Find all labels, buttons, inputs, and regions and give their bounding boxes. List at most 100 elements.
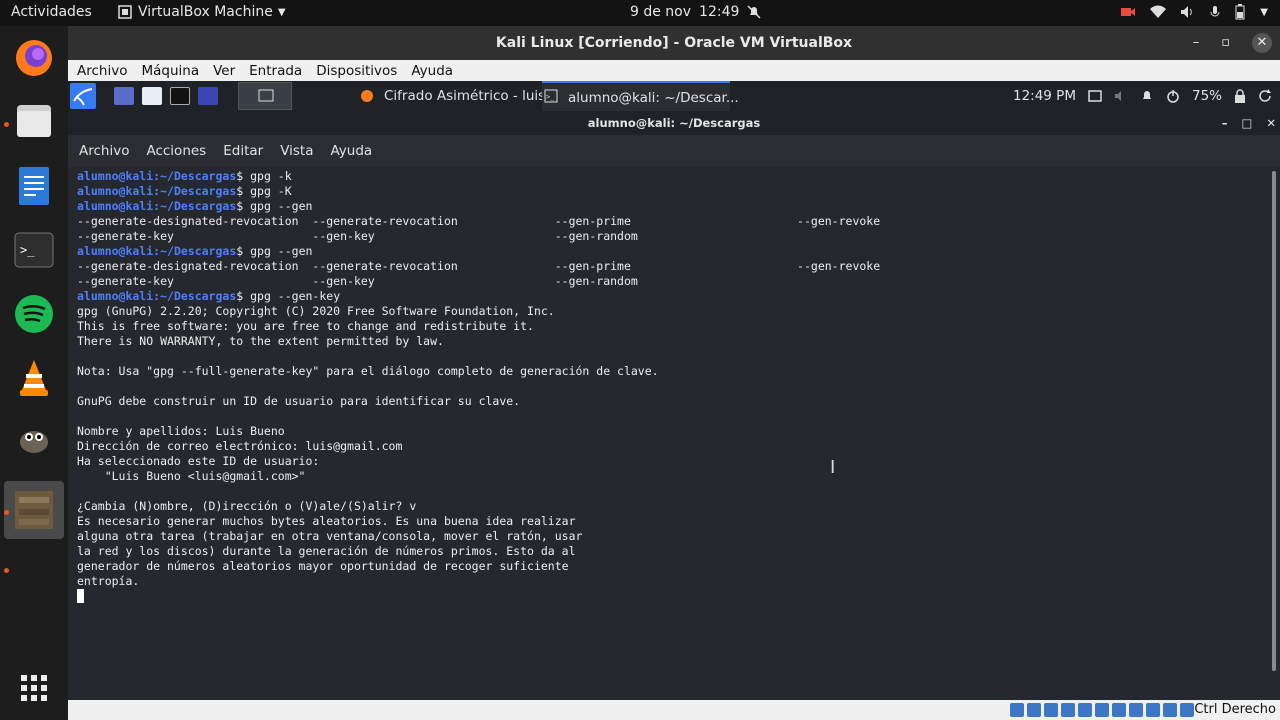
terminal-icon: >_: [544, 89, 558, 103]
menu-entrada[interactable]: Entrada: [249, 63, 302, 79]
clock-time: 12:49: [699, 4, 740, 20]
ubuntu-dock: >_: [0, 26, 68, 720]
terminal-line: ¿Cambia (N)ombre, (D)irección o (V)ale/(…: [77, 499, 417, 513]
chevron-down-icon: ▼: [277, 6, 286, 18]
terminal-line: Es necesario generar muchos bytes aleato…: [77, 514, 576, 528]
taskbar-item-terminal[interactable]: >_ alumno@kali: ~/Descar...: [542, 81, 739, 111]
show-applications-icon[interactable]: [12, 666, 56, 710]
terminal-title: alumno@kali: ~/Descargas: [587, 116, 761, 130]
terminal-line: --generate-designated-revocation --gener…: [77, 214, 881, 228]
terminal-launcher-icon[interactable]: [170, 87, 190, 105]
terminal-input-line[interactable]: [77, 589, 1271, 604]
minimize-icon[interactable]: –: [1222, 111, 1228, 135]
prompt-user: alumno@kali: [77, 169, 154, 183]
mouse-ibeam-cursor: I: [830, 457, 836, 478]
close-icon[interactable]: ✕: [1266, 111, 1276, 135]
terminal-icon[interactable]: >_: [12, 228, 56, 272]
prompt-path: :~/Descargas: [153, 289, 237, 303]
bell-icon[interactable]: [1140, 89, 1154, 103]
volume-icon: [1181, 6, 1193, 18]
app-menu[interactable]: VirtualBox Machine ▼: [117, 4, 286, 20]
virtualbox-menubar: Archivo Máquina Ver Entrada Dispositivos…: [68, 60, 1280, 81]
virtualbox-icon[interactable]: [4, 481, 64, 539]
workspace-icon[interactable]: [114, 87, 134, 105]
volume-icon[interactable]: [1114, 90, 1128, 102]
spotify-icon[interactable]: [12, 292, 56, 336]
lock-icon[interactable]: [1234, 89, 1246, 103]
mouse-integration-icon: [1163, 703, 1177, 717]
taskbar-item-label: alumno@kali: ~/Descar...: [568, 90, 739, 106]
audio-icon: [1044, 703, 1058, 717]
menu-ayuda[interactable]: Ayuda: [411, 63, 453, 79]
menu-editar[interactable]: Editar: [223, 143, 263, 159]
refresh-icon[interactable]: [1258, 89, 1272, 103]
files-icon[interactable]: [12, 99, 56, 143]
host-key-label: Ctrl Derecho: [1194, 702, 1276, 717]
running-indicator: [4, 510, 9, 515]
clock[interactable]: 9 de nov 12:49: [630, 4, 761, 20]
command-text: $ gpg -k: [236, 169, 292, 183]
firefox-icon[interactable]: [12, 36, 56, 80]
running-indicator: [4, 122, 9, 127]
prompt-user: alumno@kali: [77, 184, 154, 198]
menu-dispositivos[interactable]: Dispositivos: [316, 63, 397, 79]
menu-ver[interactable]: Ver: [213, 63, 235, 79]
browser-launcher-icon[interactable]: [198, 87, 218, 105]
menu-archivo[interactable]: Archivo: [79, 143, 129, 159]
usb-icon: [1078, 703, 1092, 717]
terminal-line: Nota: Usa "gpg --full-generate-key" para…: [77, 364, 659, 378]
terminal-line: alguna otra tarea (trabajar en otra vent…: [77, 529, 583, 543]
terminal-line: Nombre y apellidos: Luis Bueno: [77, 424, 285, 438]
system-tray[interactable]: ▼: [1120, 4, 1268, 20]
terminal-line: --generate-designated-revocation --gener…: [77, 259, 881, 273]
guest-clock[interactable]: 12:49 PM: [1013, 88, 1076, 104]
guest-display[interactable]: Cifrado Asimétrico - luis... >_ alumno@k…: [68, 81, 1280, 700]
show-desktop-button[interactable]: [238, 82, 292, 110]
activities-button[interactable]: Actividades: [11, 4, 92, 20]
terminal-line: Dirección de correo electrónico: luis@gm…: [77, 439, 403, 453]
terminal-menubar: Archivo Acciones Editar Vista Ayuda: [68, 135, 1280, 167]
battery-percent: 75%: [1191, 88, 1222, 104]
terminal-output[interactable]: alumno@kali:~/Descargas$ gpg -k alumno@ka…: [68, 167, 1280, 700]
terminal-titlebar[interactable]: alumno@kali: ~/Descargas – □ ✕: [68, 111, 1280, 135]
terminal-line: GnuPG debe construir un ID de usuario pa…: [77, 394, 521, 408]
device-status-icons[interactable]: [1010, 703, 1194, 717]
keyboard-icon: [1180, 703, 1194, 717]
maximize-icon[interactable]: ▫: [1221, 26, 1230, 60]
menu-maquina[interactable]: Máquina: [141, 63, 199, 79]
maximize-icon[interactable]: □: [1241, 111, 1252, 135]
menu-vista[interactable]: Vista: [280, 143, 313, 159]
display-icon: [1112, 703, 1126, 717]
close-icon[interactable]: ✕: [1252, 33, 1272, 53]
power-icon[interactable]: [1166, 89, 1180, 103]
display-icon[interactable]: [1088, 90, 1102, 102]
file-manager-icon[interactable]: [142, 87, 162, 105]
command-text: $ gpg -K: [236, 184, 292, 198]
taskbar-item-label: Cifrado Asimétrico - luis...: [384, 88, 559, 104]
prompt-user: alumno@kali: [77, 199, 154, 213]
vlc-icon[interactable]: [12, 356, 56, 400]
terminal-line: la red y los discos) durante la generaci…: [77, 544, 576, 558]
command-text: $ gpg --gen: [236, 244, 313, 258]
window-controls: – ▫ ✕: [1193, 26, 1272, 60]
virtualbox-titlebar[interactable]: Kali Linux [Corriendo] - Oracle VM Virtu…: [68, 26, 1280, 60]
app-name: VirtualBox Machine: [138, 4, 273, 20]
menu-archivo[interactable]: Archivo: [77, 63, 127, 79]
terminal-scrollbar[interactable]: [1272, 171, 1276, 671]
microphone-icon: [1210, 6, 1220, 17]
wifi-icon: [1150, 5, 1167, 18]
writer-icon[interactable]: [12, 164, 56, 208]
taskbar-item-browser[interactable]: Cifrado Asimétrico - luis...: [358, 81, 558, 111]
prompt-path: :~/Descargas: [153, 244, 237, 258]
minimize-icon[interactable]: –: [1193, 26, 1200, 60]
menu-acciones[interactable]: Acciones: [146, 143, 206, 159]
menu-ayuda[interactable]: Ayuda: [330, 143, 372, 159]
kali-menu-icon[interactable]: [70, 83, 96, 109]
gimp-icon[interactable]: [12, 418, 56, 462]
optical-drive-icon: [1027, 703, 1041, 717]
svg-text:>_: >_: [20, 243, 35, 257]
prompt-path: :~/Descargas: [153, 199, 237, 213]
